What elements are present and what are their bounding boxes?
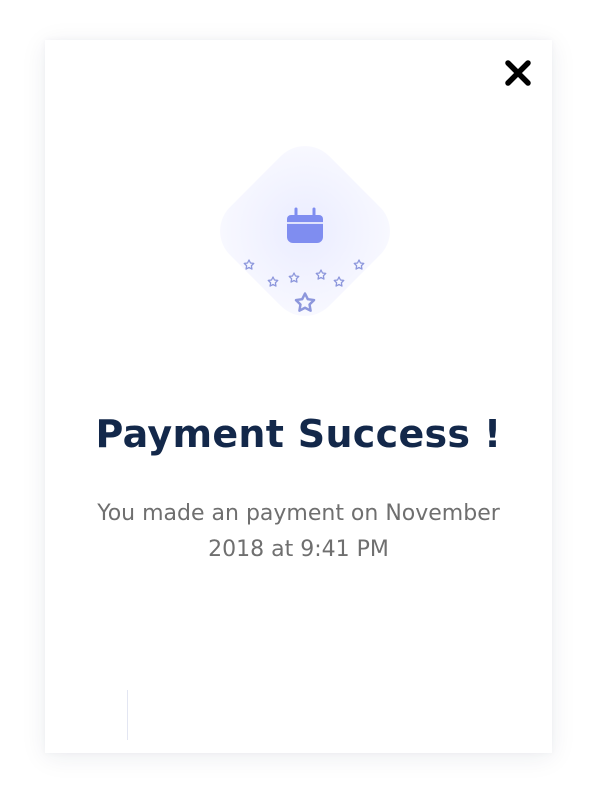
star-icon: [267, 276, 279, 287]
close-button[interactable]: [503, 58, 533, 88]
page-title: Payment Success !: [95, 412, 502, 456]
divider: [127, 690, 128, 740]
payment-success-modal: Payment Success ! You made an payment on…: [45, 40, 552, 753]
stars-decoration: [243, 259, 365, 312]
star-icon: [294, 292, 316, 312]
close-icon[interactable]: [503, 58, 533, 88]
star-icon: [353, 259, 365, 270]
star-icon: [288, 272, 300, 283]
payment-message: You made an payment on November 2018 at …: [97, 501, 500, 562]
star-icon: [243, 259, 255, 270]
success-illustration: [202, 128, 408, 334]
star-icon: [315, 269, 327, 280]
star-icon: [333, 276, 345, 287]
